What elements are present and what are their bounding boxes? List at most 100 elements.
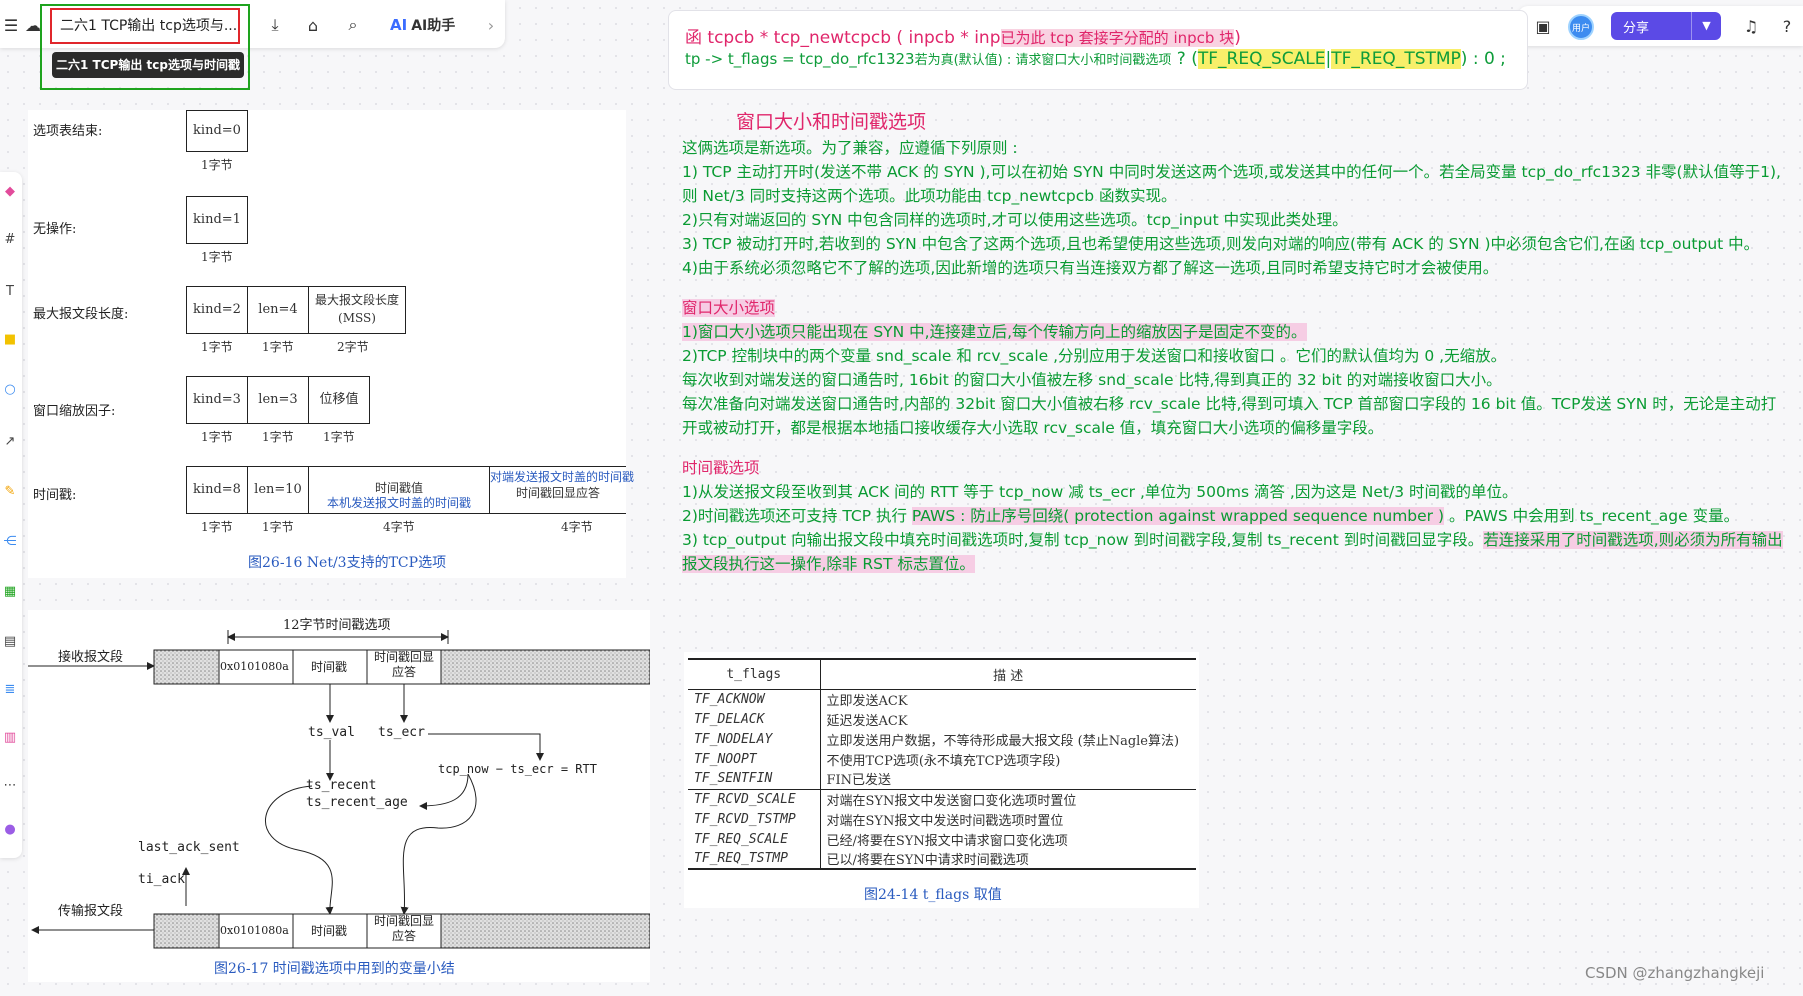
len3-box: len=3 — [247, 376, 309, 424]
byte-label: 1字节 — [262, 520, 294, 534]
sticker-icon[interactable]: ◆ — [2, 184, 18, 200]
ts-ecr-label: ts_ecr — [378, 725, 425, 740]
top-right-toolbar: ▣ 用户 分享 ▼ ♫ ? — [1518, 6, 1803, 46]
ts-recent-age-label: ts_recent_age — [306, 795, 408, 810]
kind8-box: kind=8 — [186, 466, 248, 514]
code-ternary: ? ( — [1171, 49, 1198, 69]
more-icon[interactable]: ⋯ — [2, 778, 18, 794]
list-icon[interactable]: ≣ — [2, 682, 18, 698]
text-icon[interactable]: T — [2, 284, 18, 300]
plugin-icon[interactable]: ● — [2, 822, 18, 838]
connector-icon[interactable]: ↗ — [2, 434, 18, 450]
kind3-box: kind=3 — [186, 376, 248, 424]
menu-icon[interactable]: ☰ — [0, 14, 22, 36]
table-row: TF_REQ_SCALE 已经/将要在SYN报文中请求窗口变化选项 — [688, 829, 1196, 849]
echo-field-label: 时间戳回显应答 — [373, 650, 434, 679]
timestamp-rule-1: 1)从发送报文段至收到其 ACK 间的 RTT 等于 tcp_now 减 ts_… — [682, 483, 1518, 501]
note-icon[interactable]: ■ — [2, 332, 18, 348]
doc-icon[interactable]: ▤ — [2, 634, 18, 650]
table-header: 描 述 — [820, 658, 1196, 690]
timestamp-rule-3: 3) tcp_output 向输出报文段中填充时间戳选项时,复制 tcp_now… — [682, 531, 1783, 573]
figure-timestamp-vars[interactable]: 12字节时间戳选项 接收报文段 0x0101080a 时间戳 时间戳回显应答 t… — [28, 610, 650, 982]
figure-caption: 图26-17 时间戳选项中用到的变量小结 — [214, 961, 455, 977]
span-label: 12字节时间戳选项 — [283, 618, 391, 633]
kind2-box: kind=2 — [186, 286, 248, 334]
ai-logo-icon: AI — [390, 16, 408, 34]
pen-icon[interactable]: ✎ — [2, 484, 18, 500]
label-window-scale: 窗口缩放因子: — [33, 404, 116, 419]
figure-tflags-table[interactable]: t_flags 描 述 TF_ACKNOW 立即发送ACK TF_DELACK 延迟… — [684, 652, 1199, 908]
flag-req-scale: TF_REQ_SCALE — [1197, 49, 1326, 69]
help-icon[interactable]: ? — [1776, 15, 1798, 37]
table-row: TF_NOOPT 不使用TCP选项(永不填充TCP选项字段) — [688, 749, 1196, 769]
timestamp-value-note: 本机发送报文时盖的时间戳 — [326, 496, 471, 510]
template-icon[interactable]: ▥ — [2, 730, 18, 746]
ts-recent-label: ts_recent — [306, 778, 377, 793]
label-end-of-list: 选项表结束: — [33, 124, 103, 139]
ai-assistant-button[interactable]: AI AI助手 — [390, 12, 455, 38]
table-row: TF_ACKNOW 立即发送ACK — [688, 689, 1196, 709]
frame-icon[interactable]: # — [2, 232, 18, 248]
mss-box: 最大报文段长度(MSS) — [308, 286, 406, 334]
notes-heading: 窗口大小和时间戳选项 — [736, 111, 927, 133]
share-label: 分享 — [1623, 20, 1650, 36]
byte-label: 1字节 — [201, 158, 233, 172]
briefcase-icon[interactable]: ▣ — [1532, 15, 1554, 37]
code-paren: ) — [1234, 28, 1241, 48]
label-nop: 无操作: — [33, 222, 77, 237]
table-row: TF_REQ_TSTMP 已以/将要在SYN中请求时间戳选项 — [688, 849, 1196, 869]
window-rule-2: 2)TCP 控制块中的两个变量 snd_scale 和 rcv_scale ,分… — [682, 347, 1507, 365]
byte-label: 1字节 — [201, 340, 233, 354]
window-heading: 窗口大小选项 — [682, 299, 776, 317]
code-line-1: 函 tcpcb * tcp_newtcpcb ( inpcb * inp已为此 … — [685, 23, 1511, 49]
table-row: TF_SENTFIN FIN已发送 — [688, 769, 1196, 789]
flag-req-tstmp: TF_REQ_TSTMP — [1331, 49, 1461, 69]
avatar[interactable]: 用户 — [1568, 14, 1594, 40]
table-row: TF_DELACK 延迟发送ACK — [688, 709, 1196, 729]
chevron-right-icon[interactable]: › — [480, 14, 502, 36]
ai-assistant-label: AI助手 — [411, 18, 456, 34]
watermark: CSDN @zhangzhangkeji — [1585, 964, 1765, 982]
byte-label: 1字节 — [262, 340, 294, 354]
table-row: TF_RCVD_TSTMP 对端在SYN报文中发送时间戳选项时置位 — [688, 809, 1196, 829]
shift-box: 位移值 — [308, 376, 370, 424]
code-line-2: tp -> t_flags = tcp_do_rfc1323若为真(默认值) :… — [685, 49, 1511, 75]
shape-icon[interactable]: ○ — [2, 382, 18, 398]
code-comment-2: 若为真(默认值) : 请求窗口大小和时间戳选项 — [914, 53, 1172, 68]
byte-label: 1字节 — [323, 430, 355, 444]
table-row: TF_RCVD_SCALE 对端在SYN报文中发送窗口变化选项时置位 — [688, 789, 1196, 809]
notes-text-block[interactable]: 窗口大小和时间戳选项 这俩选项是新选项。为了兼容，应遵循下列原则 : 1) TC… — [682, 110, 1788, 576]
timestamp-value: 时间戳值 — [374, 481, 423, 495]
ts-val-label: ts_val — [308, 725, 355, 740]
code-signature: 函 tcpcb * tcp_newtcpcb ( inpcb * inp — [685, 28, 1001, 48]
timestamp-rule-2: 2)时间戳选项还可支持 TCP 执行 PAWS : 防止序号回绕( protec… — [682, 507, 1740, 525]
last-ack-sent-label: last_ack_sent — [138, 840, 240, 855]
tag-icon[interactable]: ⌂ — [302, 14, 324, 36]
ts-field-label: 时间戳 — [311, 660, 348, 674]
bell-icon[interactable]: ♫ — [1740, 15, 1762, 37]
byte-label: 4字节 — [561, 520, 593, 534]
search-icon[interactable]: ⌕ — [342, 14, 364, 36]
chevron-down-icon[interactable]: ▼ — [1691, 12, 1721, 40]
figure-tcp-options[interactable]: 选项表结束: kind=0 1字节 无操作: kind=1 1字节 最大报文段长… — [28, 110, 634, 578]
byte-label: 1字节 — [262, 430, 294, 444]
notes-rule-3: 3) TCP 被动打开时,若收到的 SYN 中包含了这两个选项,且也希望使用这些… — [682, 235, 1760, 253]
table-icon[interactable]: ▦ — [2, 584, 18, 600]
echo-field-label: 时间戳回显应答 — [373, 914, 434, 943]
byte-label: 4字节 — [383, 520, 415, 534]
timestamp-echo-box: 对端发送报文时盖的时间戳 时间戳回显应答 — [489, 466, 634, 514]
len10-box: len=10 — [247, 466, 309, 514]
code-note-card[interactable]: 函 tcpcb * tcp_newtcpcb ( inpcb * inp已为此 … — [668, 10, 1528, 90]
code-assign: tp -> t_flags = tcp_do_rfc1323 — [685, 50, 915, 68]
title-tooltip: 二六1 TCP输出 tcp选项与时间戳 — [52, 52, 244, 78]
receive-label: 接收报文段 — [58, 650, 124, 665]
timestamp-heading: 时间戳选项 — [682, 459, 760, 477]
ti-ack-label: ti_ack — [138, 872, 185, 887]
len4-box: len=4 — [247, 286, 309, 334]
window-rule-1: 1)窗口大小选项只能出现在 SYN 中,连接建立后,每个传输方向上的缩放因子是固… — [682, 323, 1307, 341]
share-button[interactable]: 分享 ▼ — [1611, 12, 1721, 40]
mindmap-icon[interactable]: ⋲ — [2, 534, 18, 550]
byte-label: 1字节 — [201, 250, 233, 264]
figure-caption: 图24-14 t_flags 取值 — [864, 887, 1002, 903]
download-icon[interactable]: ⤓ — [264, 14, 286, 36]
